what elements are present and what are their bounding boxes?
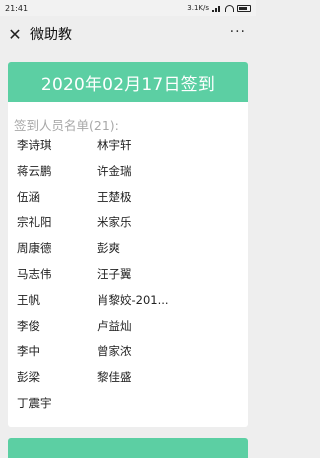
attendee-name: 汪子翼 xyxy=(97,266,132,281)
attendee-name: 米家乐 xyxy=(97,215,132,230)
attendee-name: 伍涵 xyxy=(17,189,40,204)
attendee-name: 李中 xyxy=(17,344,40,359)
status-bar: 21:41 3.1K/s xyxy=(0,0,256,16)
more-icon[interactable]: ··· xyxy=(230,24,246,40)
attendee-name: 许金瑞 xyxy=(97,163,132,178)
attendee-name: 林宇轩 xyxy=(97,138,132,152)
attendee-name: 肖黎姣-201... xyxy=(97,292,169,307)
nav-bar: ✕ 微助教 ··· xyxy=(0,16,256,52)
attendee-name: 周康德 xyxy=(17,241,52,256)
attendee-name: 丁震宇 xyxy=(17,395,52,410)
attendee-name: 李俊 xyxy=(17,318,40,333)
attendee-name: 马志伟 xyxy=(17,266,52,281)
attendee-name: 宗礼阳 xyxy=(17,215,52,230)
status-icons: 3.1K/s xyxy=(187,4,251,12)
battery-icon xyxy=(237,4,251,12)
network-speed: 3.1K/s xyxy=(187,4,209,12)
attendee-name: 彭梁 xyxy=(17,370,40,385)
attendee-list-label: 签到人员名单(21): xyxy=(14,118,119,133)
signal-icon xyxy=(212,5,222,12)
attendee-name: 曾家浓 xyxy=(97,344,132,359)
status-time: 21:41 xyxy=(5,3,29,13)
signin-date-title: 2020年02月17日签到 xyxy=(8,62,248,102)
attendee-name: 李诗琪 xyxy=(17,138,52,152)
close-icon[interactable]: ✕ xyxy=(0,16,30,52)
attendee-name: 王帆 xyxy=(17,292,40,307)
attendee-list: 李诗琪 林宇轩 蒋云鹏 许金瑞 伍涵 王楚极 宗礼阳 米家乐 周康德 彭爽 马志… xyxy=(17,137,242,421)
attendee-name: 卢益灿 xyxy=(97,318,132,333)
page-title: 微助教 xyxy=(30,27,72,43)
attendee-name: 蒋云鹏 xyxy=(17,163,52,178)
next-signin-card[interactable] xyxy=(8,438,248,458)
attendee-name: 彭爽 xyxy=(97,241,120,256)
attendee-name: 黎佳盛 xyxy=(97,370,132,385)
attendee-name: 王楚极 xyxy=(97,189,132,204)
signin-card: 2020年02月17日签到 签到人员名单(21): 李诗琪 林宇轩 蒋云鹏 许金… xyxy=(8,62,248,427)
wifi-icon xyxy=(225,4,234,12)
